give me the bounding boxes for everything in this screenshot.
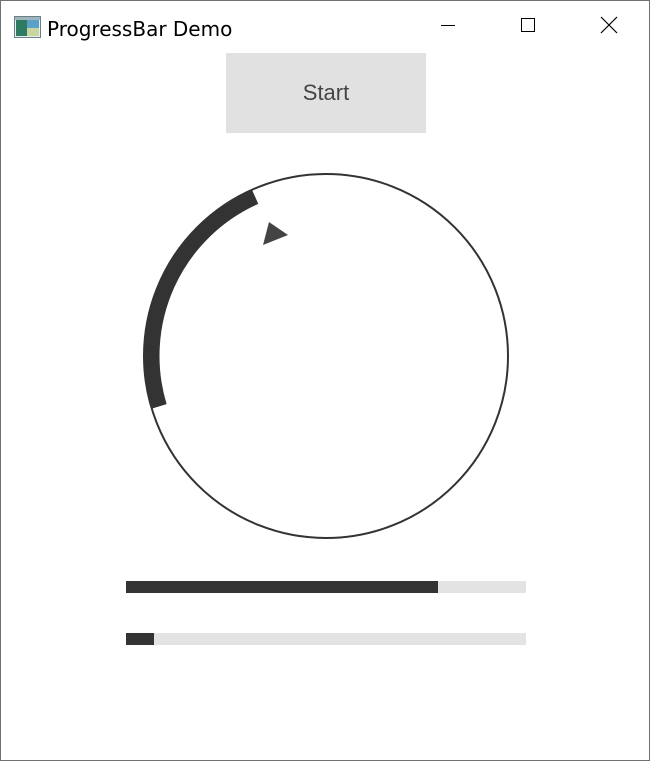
circular-progress-fill	[144, 190, 259, 409]
progress-bar-primary	[126, 581, 526, 593]
progress-bar-fill	[126, 633, 154, 645]
circular-progress	[143, 173, 509, 539]
progress-bar-secondary	[126, 633, 526, 645]
app-window: ProgressBar Demo Start	[0, 0, 650, 761]
play-triangle-icon	[263, 222, 288, 245]
progress-bar-fill	[126, 581, 438, 593]
